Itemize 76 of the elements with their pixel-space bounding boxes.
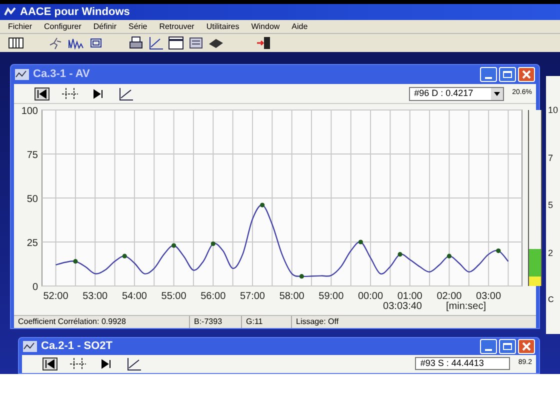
cursor-lines-icon[interactable] xyxy=(70,357,86,371)
data-point xyxy=(172,243,176,248)
cursor-lines-icon[interactable] xyxy=(62,86,78,100)
app-title: AACE pour Windows xyxy=(20,4,130,20)
app-logo-icon xyxy=(4,7,16,17)
status-field: G:11 xyxy=(241,316,291,328)
x-tick-label: 59:00 xyxy=(318,291,344,302)
x-tick-label: 57:00 xyxy=(240,291,265,302)
status-field: B:-7393 xyxy=(189,316,241,328)
list-icon[interactable] xyxy=(188,36,204,50)
x-tick-label: 54:00 xyxy=(122,291,147,302)
close-icon xyxy=(522,70,531,79)
y-tick-label: 5 xyxy=(548,201,554,210)
y-tick-label: 75 xyxy=(26,150,38,161)
data-point xyxy=(122,254,127,258)
y-tick-label: 25 xyxy=(26,238,38,249)
menu-item[interactable]: Window xyxy=(251,22,280,30)
line-chart-icon[interactable] xyxy=(126,357,142,371)
data-point xyxy=(210,241,216,246)
data-point xyxy=(260,202,265,208)
time-reading: 03:03:40 xyxy=(383,301,422,313)
x-tick-label: 55:00 xyxy=(161,291,186,302)
columns-icon[interactable] xyxy=(8,36,24,50)
status-field: C xyxy=(548,296,560,304)
skip-start-icon[interactable] xyxy=(34,86,50,100)
y-tick-label: 50 xyxy=(26,194,38,205)
y-tick-label: 0 xyxy=(32,282,38,293)
y-tick-label: 7 xyxy=(548,154,554,162)
window-title: Ca.3-1 - AV xyxy=(33,67,90,82)
waveform-icon[interactable] xyxy=(68,36,84,50)
window-title: Ca.2-1 - SO2T xyxy=(41,339,113,354)
y-tick-label: 2 xyxy=(548,248,554,258)
menu-item[interactable]: Configurer xyxy=(44,22,82,30)
x-tick-label: 53:00 xyxy=(82,291,108,302)
close-button[interactable] xyxy=(518,67,535,82)
data-point xyxy=(446,254,452,258)
printer-icon[interactable] xyxy=(128,36,144,50)
close-icon xyxy=(522,342,531,351)
exit-door-icon[interactable] xyxy=(256,36,272,50)
chart-window-icon xyxy=(23,341,37,352)
x-tick-label: 01:00 xyxy=(397,291,422,302)
x-axis-unit: [min:sec] xyxy=(446,301,486,313)
data-point xyxy=(496,248,501,254)
data-point xyxy=(73,259,78,264)
channel-dropdown[interactable]: #93 S : 44.4413 xyxy=(415,357,510,370)
status-field: Lissage: Off xyxy=(291,316,339,328)
data-point xyxy=(398,252,402,257)
skip-start-icon[interactable] xyxy=(42,357,58,371)
x-tick-label: 00:00 xyxy=(358,291,384,302)
caret-icon xyxy=(494,92,500,96)
minimize-button[interactable] xyxy=(480,67,497,82)
window-icon[interactable] xyxy=(168,36,184,50)
line-chart-icon[interactable] xyxy=(118,86,134,100)
y-tick-label: 100 xyxy=(21,106,38,117)
menu-item[interactable]: Série xyxy=(128,22,148,30)
chart-window-icon xyxy=(15,69,29,80)
status-field: Coefficient Corrélation: 0.9928 xyxy=(14,316,189,328)
menu-item[interactable]: Retrouver xyxy=(159,22,194,30)
menu-item[interactable]: Utilitaires xyxy=(206,22,240,30)
x-tick-label: 52:00 xyxy=(43,291,68,302)
menu-item[interactable]: Fichier xyxy=(8,22,32,30)
x-tick-label: 58:00 xyxy=(279,291,304,302)
data-point xyxy=(358,240,363,244)
x-tick-label: 02:00 xyxy=(436,291,462,302)
y-tick-label: 10 xyxy=(548,106,560,115)
menu-item[interactable]: Aide xyxy=(292,22,308,30)
maximize-button[interactable] xyxy=(499,67,516,82)
menu-item[interactable]: Définir xyxy=(93,22,116,30)
close-button[interactable] xyxy=(518,339,535,354)
minimize-button[interactable] xyxy=(480,339,497,354)
maximize-button[interactable] xyxy=(499,339,516,354)
chart-axes-icon[interactable] xyxy=(148,36,164,50)
x-tick-label: 56:00 xyxy=(200,291,226,302)
x-tick-label: 03:00 xyxy=(476,291,502,302)
channel-dropdown[interactable]: #96 D : 0.4217 xyxy=(409,86,504,100)
data-point xyxy=(299,274,304,279)
